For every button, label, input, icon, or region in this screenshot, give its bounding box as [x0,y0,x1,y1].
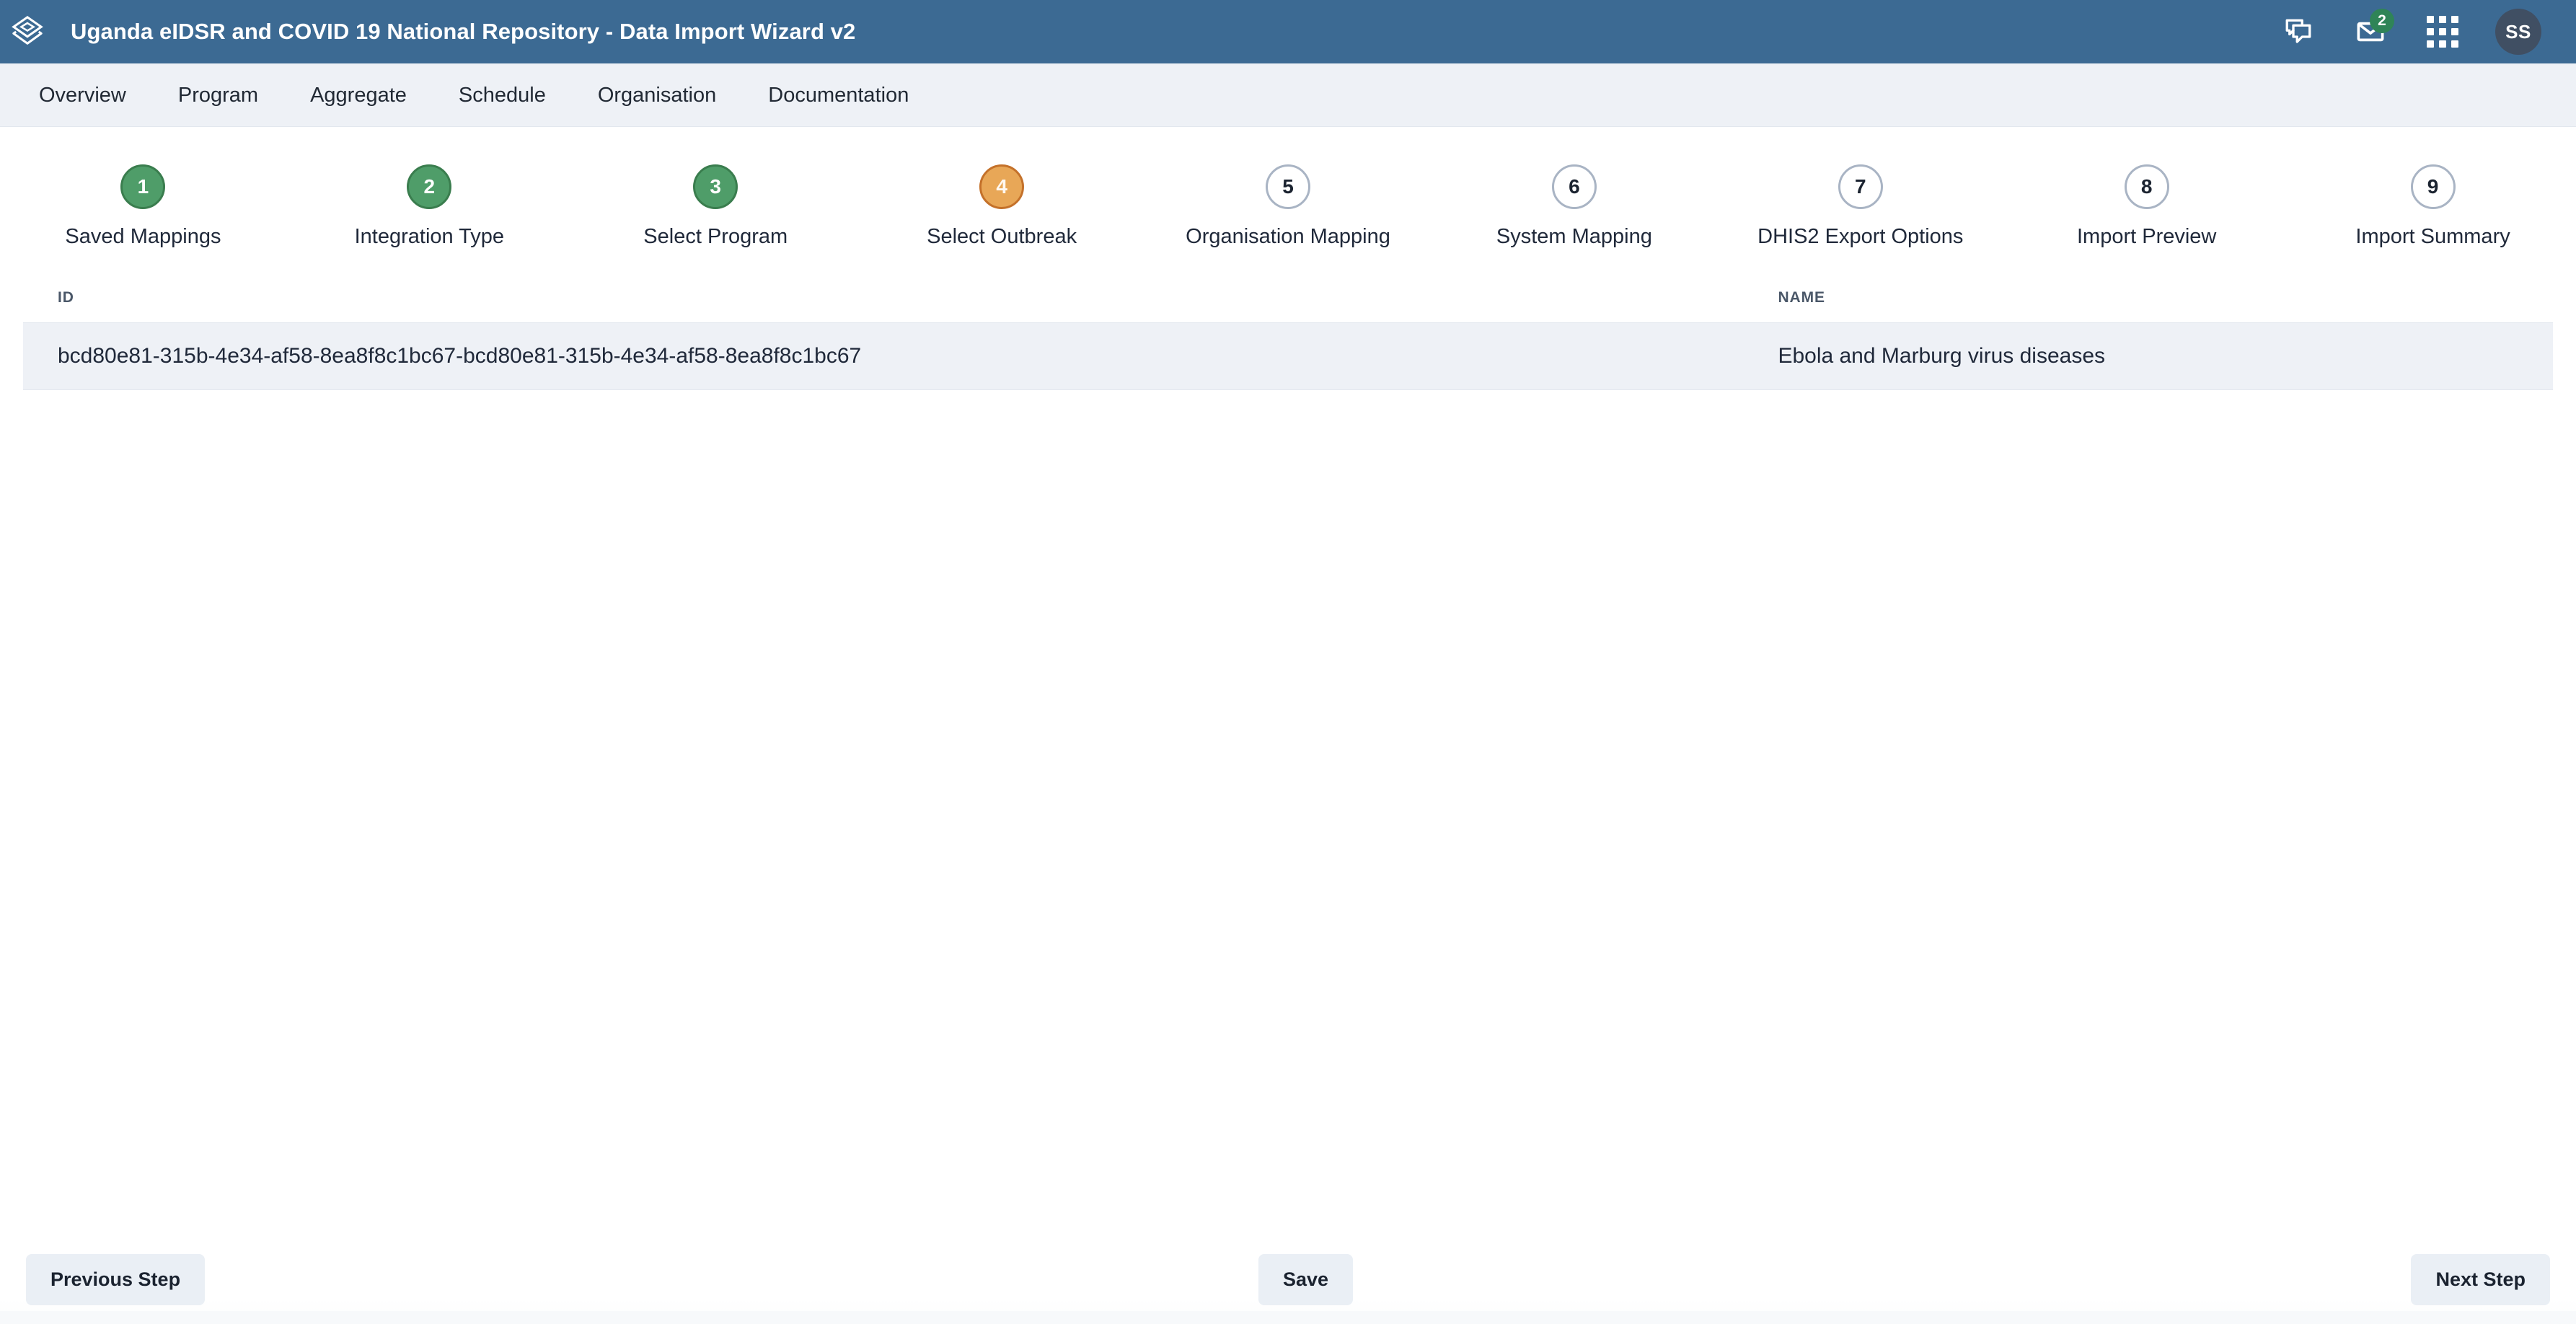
wizard-footer: Previous Step Save Next Step [0,1235,2576,1324]
nav-item-program[interactable]: Program [152,63,284,127]
step-label-1: Saved Mappings [65,225,221,248]
dhis2-layers-logo-icon[interactable] [0,0,55,63]
step-number-4: 4 [979,164,1025,209]
nav-item-schedule[interactable]: Schedule [433,63,572,127]
step-select-outbreak[interactable]: 4 Select Outbreak [859,164,1145,249]
save-button[interactable]: Save [1258,1253,1354,1305]
content-area: 1 Saved Mappings 2 Integration Type 3 Se… [0,127,2576,1324]
step-label-8: Import Preview [2076,225,2217,248]
envelope-icon[interactable]: 2 [2351,9,2394,51]
page-title: Uganda eIDSR and COVID 19 National Repos… [71,19,856,44]
step-label-6: System Mapping [1496,225,1652,248]
step-number-3: 3 [693,164,738,209]
step-dhis2-export-options[interactable]: 7 DHIS2 Export Options [1717,164,2003,249]
next-step-button[interactable]: Next Step [2411,1253,2550,1305]
step-label-4: Select Outbreak [927,225,1077,248]
step-number-6: 6 [1551,164,1597,209]
table-header-row: ID NAME [23,283,2553,323]
apps-grid-dots [2427,16,2458,48]
column-header-name: NAME [1778,289,1825,306]
nav-item-aggregate[interactable]: Aggregate [284,63,433,127]
outbreak-table: ID NAME bcd80e81-315b-4e34-af58-8ea8f8c1… [23,283,2553,390]
table-body: bcd80e81-315b-4e34-af58-8ea8f8c1bc67-bcd… [23,322,2553,390]
step-system-mapping[interactable]: 6 System Mapping [1431,164,1717,249]
step-number-9: 9 [2410,164,2456,209]
outbreak-table-wrapper: ID NAME bcd80e81-315b-4e34-af58-8ea8f8c1… [23,283,2553,390]
step-number-7: 7 [1838,164,1883,209]
step-label-7: DHIS2 Export Options [1757,225,1964,248]
column-header-id: ID [58,289,74,306]
previous-step-button[interactable]: Previous Step [26,1253,206,1305]
nav-item-documentation[interactable]: Documentation [742,63,935,127]
step-number-8: 8 [2124,164,2169,209]
step-organisation-mapping[interactable]: 5 Organisation Mapping [1145,164,1432,249]
cell-id: bcd80e81-315b-4e34-af58-8ea8f8c1bc67-bcd… [23,322,1744,390]
avatar[interactable]: SS [2495,9,2541,55]
step-integration-type[interactable]: 2 Integration Type [286,164,573,249]
step-label-2: Integration Type [354,225,505,248]
step-import-summary[interactable]: 9 Import Summary [2290,164,2576,249]
step-number-1: 1 [120,164,166,209]
step-label-5: Organisation Mapping [1186,225,1390,248]
chat-bubbles-icon[interactable] [2279,12,2318,51]
step-label-9: Import Summary [2355,225,2510,248]
nav-item-overview[interactable]: Overview [25,63,152,127]
mail-unread-badge: 2 [2370,9,2394,33]
apps-grid-icon[interactable] [2423,12,2462,51]
step-label-3: Select Program [643,225,788,248]
nav-item-organisation[interactable]: Organisation [572,63,742,127]
header-actions: 2 SS [2279,9,2576,55]
step-select-program[interactable]: 3 Select Program [573,164,859,249]
main-nav: Overview Program Aggregate Schedule Orga… [0,63,2576,127]
table-header: ID NAME [23,283,2553,323]
table-row[interactable]: bcd80e81-315b-4e34-af58-8ea8f8c1bc67-bcd… [23,322,2553,390]
app-header: Uganda eIDSR and COVID 19 National Repos… [0,0,2576,63]
step-import-preview[interactable]: 8 Import Preview [2003,164,2290,249]
step-number-5: 5 [1266,164,1310,209]
step-number-2: 2 [407,164,452,209]
step-saved-mappings[interactable]: 1 Saved Mappings [0,164,286,249]
cell-name: Ebola and Marburg virus diseases [1743,322,2553,390]
wizard-stepper: 1 Saved Mappings 2 Integration Type 3 Se… [0,127,2576,249]
